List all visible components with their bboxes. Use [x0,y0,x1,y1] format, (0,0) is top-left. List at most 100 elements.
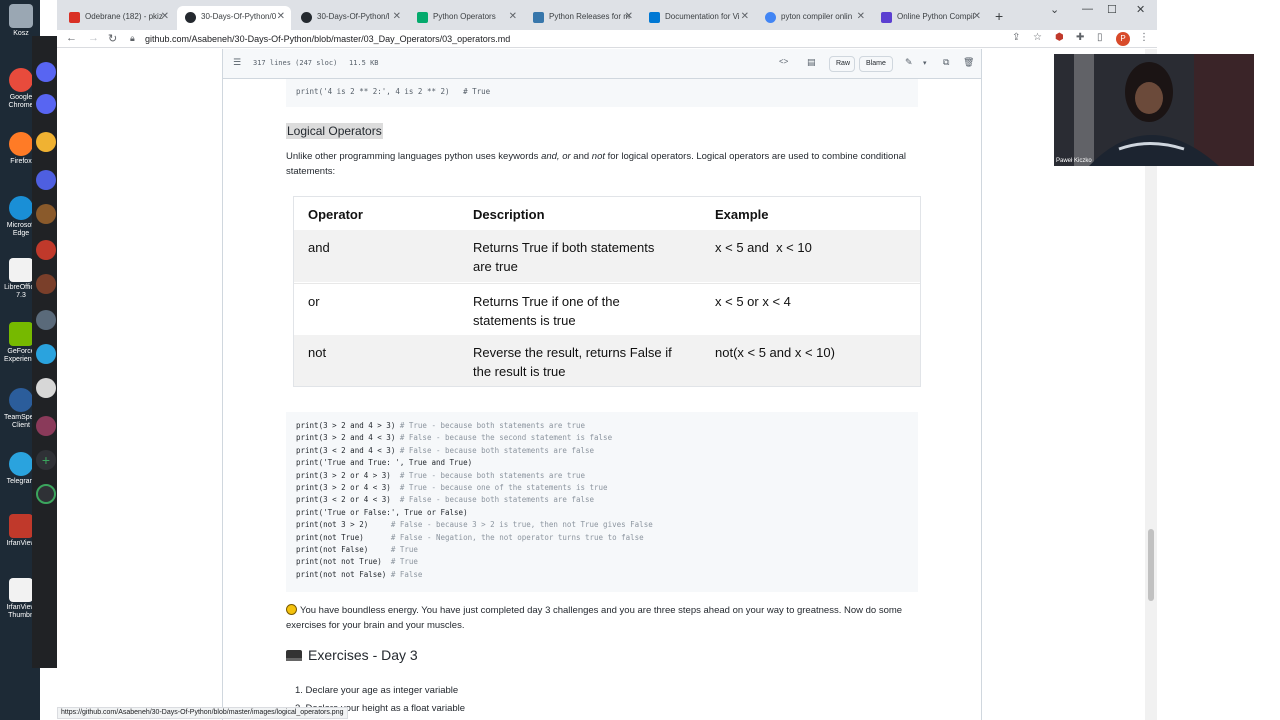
chrome-icon [9,68,33,92]
discord-server-icon[interactable] [36,132,56,152]
discord-server-icon[interactable] [36,170,56,190]
tab-gmail[interactable]: Odebrane (182) - pkiz ✕ [61,6,175,30]
webcam-video-feed [1054,54,1254,166]
reload-button[interactable]: ↻ [108,32,117,45]
blame-button[interactable]: Blame [859,56,893,72]
file-header: ☰ 317 lines (247 sloc) 11.5 KB <> ▤ Raw … [223,49,981,79]
discord-server-icon[interactable] [36,274,56,294]
tab-search-icon[interactable]: ⌄ [1050,3,1059,16]
tab-label: Odebrane (182) - pkiz [85,12,163,21]
discord-server-icon[interactable] [36,310,56,330]
tab-python-operators[interactable]: Python Operators ✕ [409,6,523,30]
side-panel-icon[interactable]: ▯ [1097,32,1103,43]
back-button[interactable]: ← [66,32,77,44]
discord-server-icon[interactable] [36,94,56,114]
github-icon [301,12,312,23]
tab-30-days-python[interactable]: 30-Days-Of-Python/l ✕ [293,6,407,30]
forward-button[interactable]: → [88,32,99,44]
tab-label: Python Releases for m [549,12,630,21]
code-line: print(3 < 2 or 4 < 3) # False - because … [296,495,595,505]
gmail-icon [69,12,80,23]
close-window-button[interactable]: ✕ [1136,3,1145,16]
tab-label: 30-Days-Of-Python/l [317,12,390,21]
table-cell-operator: or [308,294,320,309]
preview-view-icon[interactable]: ▤ [807,57,816,68]
edit-dropdown-icon[interactable]: ▾ [923,59,927,67]
table-cell-description: Reverse the result, returns False if the … [473,343,672,381]
maximize-button[interactable]: ☐ [1107,3,1117,16]
browser-window: Odebrane (182) - pkiz ✕ 30-Days-Of-Pytho… [57,0,1157,720]
tab-google-search[interactable]: pyton compiler onlin ✕ [757,6,871,30]
browser-menu-icon[interactable]: ⋮ [1139,32,1149,43]
python-icon [533,12,544,23]
close-tab-icon[interactable]: ✕ [277,11,285,22]
delete-trash-icon[interactable]: 🗑︎ [963,57,974,68]
url-field[interactable]: github.com/Asabeneh/30-Days-Of-Python/bl… [145,34,510,44]
outline-list-icon[interactable]: ☰ [233,57,241,68]
code-line: print(not 3 > 2) # False - because 3 > 2… [296,520,653,530]
profile-avatar[interactable]: P [1116,32,1130,46]
scrollbar-thumb[interactable] [1148,529,1154,601]
code-line: print(not not False) # False [296,569,423,579]
page-content: ☰ 317 lines (247 sloc) 11.5 KB <> ▤ Raw … [57,49,1157,720]
minimize-button[interactable]: — [1082,3,1093,15]
table-header-operator: Operator [308,207,363,222]
tab-bar: Odebrane (182) - pkiz ✕ 30-Days-Of-Pytho… [57,0,1157,30]
tab-python-releases[interactable]: Python Releases for m ✕ [525,6,639,30]
close-tab-icon[interactable]: ✕ [857,11,865,22]
tab-label: Online Python Compil [897,12,975,21]
programiz-icon [881,12,892,23]
description-line: statements is true [473,313,576,328]
congratulations-text: You have boundless energy. You have just… [286,605,903,631]
table-header-example: Example [715,207,769,222]
firefox-icon [9,132,33,156]
close-tab-icon[interactable]: ✕ [625,11,633,22]
desktop-icon-recycle-bin[interactable]: Kosz [4,4,38,38]
adblock-extension-icon[interactable]: ⬢ [1055,32,1064,43]
raw-button[interactable]: Raw [829,56,855,72]
close-tab-icon[interactable]: ✕ [161,11,169,22]
table-cell-example: x < 5 or x < 4 [715,294,791,309]
table-cell-description: Returns True if one of the statements is … [473,292,620,330]
code-line: print(not False) # True [296,545,418,555]
irfanview-thumbnails-icon [9,578,33,602]
table-row: or Returns True if one of the statements … [294,283,920,335]
bookmark-star-icon[interactable]: ☆ [1033,32,1042,43]
tab-vscode-docs[interactable]: Documentation for Vi ✕ [641,6,755,30]
w3schools-icon [417,12,428,23]
explore-servers-icon[interactable] [36,484,56,504]
code-view-icon[interactable]: <> [779,57,788,66]
telegram-icon [9,452,33,476]
webcam-overlay: Paweł Kiczko [1054,54,1254,166]
copy-icon[interactable]: ⧉ [943,57,949,68]
close-tab-icon[interactable]: ✕ [509,11,517,22]
extensions-puzzle-icon[interactable]: ✚ [1076,32,1084,43]
edit-pencil-icon[interactable]: ✎ [905,57,913,68]
discord-server-icon[interactable] [36,378,56,398]
intro-text: and [570,151,592,162]
close-tab-icon[interactable]: ✕ [393,11,401,22]
discord-server-icon[interactable] [36,240,56,260]
code-line: print('True or False:', True or False) [296,507,468,517]
discord-server-icon[interactable] [36,204,56,224]
tab-online-python-compiler[interactable]: Online Python Compil ✕ [873,6,987,30]
logical-operators-table-image[interactable]: Operator Description Example and Returns… [293,196,921,387]
close-tab-icon[interactable]: ✕ [741,11,749,22]
tab-30-days-operators[interactable]: 30-Days-Of-Python/0 ✕ [177,6,291,30]
add-server-icon[interactable]: + [36,450,56,470]
recycle-bin-icon [9,4,33,28]
desktop-icon-label: Google Chrome [8,94,34,109]
previous-code-block: print('4 is 2 ** 2:', 4 is 2 ** 2) # Tru… [286,79,918,107]
new-tab-button[interactable]: + [995,8,1003,24]
code-line: print('True and True: ', True and True) [296,458,473,468]
discord-server-icon[interactable] [36,344,56,364]
code-line: print(3 > 2 or 4 < 3) # True - because o… [296,483,608,493]
lock-icon[interactable]: 🔒︎ [130,33,135,44]
share-icon[interactable]: ⇪ [1012,32,1020,43]
table-cell-example: x < 5 and x < 10 [715,240,812,255]
discord-server-icon[interactable] [36,416,56,436]
code-line: print(3 > 2 and 4 < 3) # False - because… [296,433,613,443]
close-tab-icon[interactable]: ✕ [973,11,981,22]
table-cell-operator: and [308,240,330,255]
discord-home-icon[interactable] [36,62,56,82]
